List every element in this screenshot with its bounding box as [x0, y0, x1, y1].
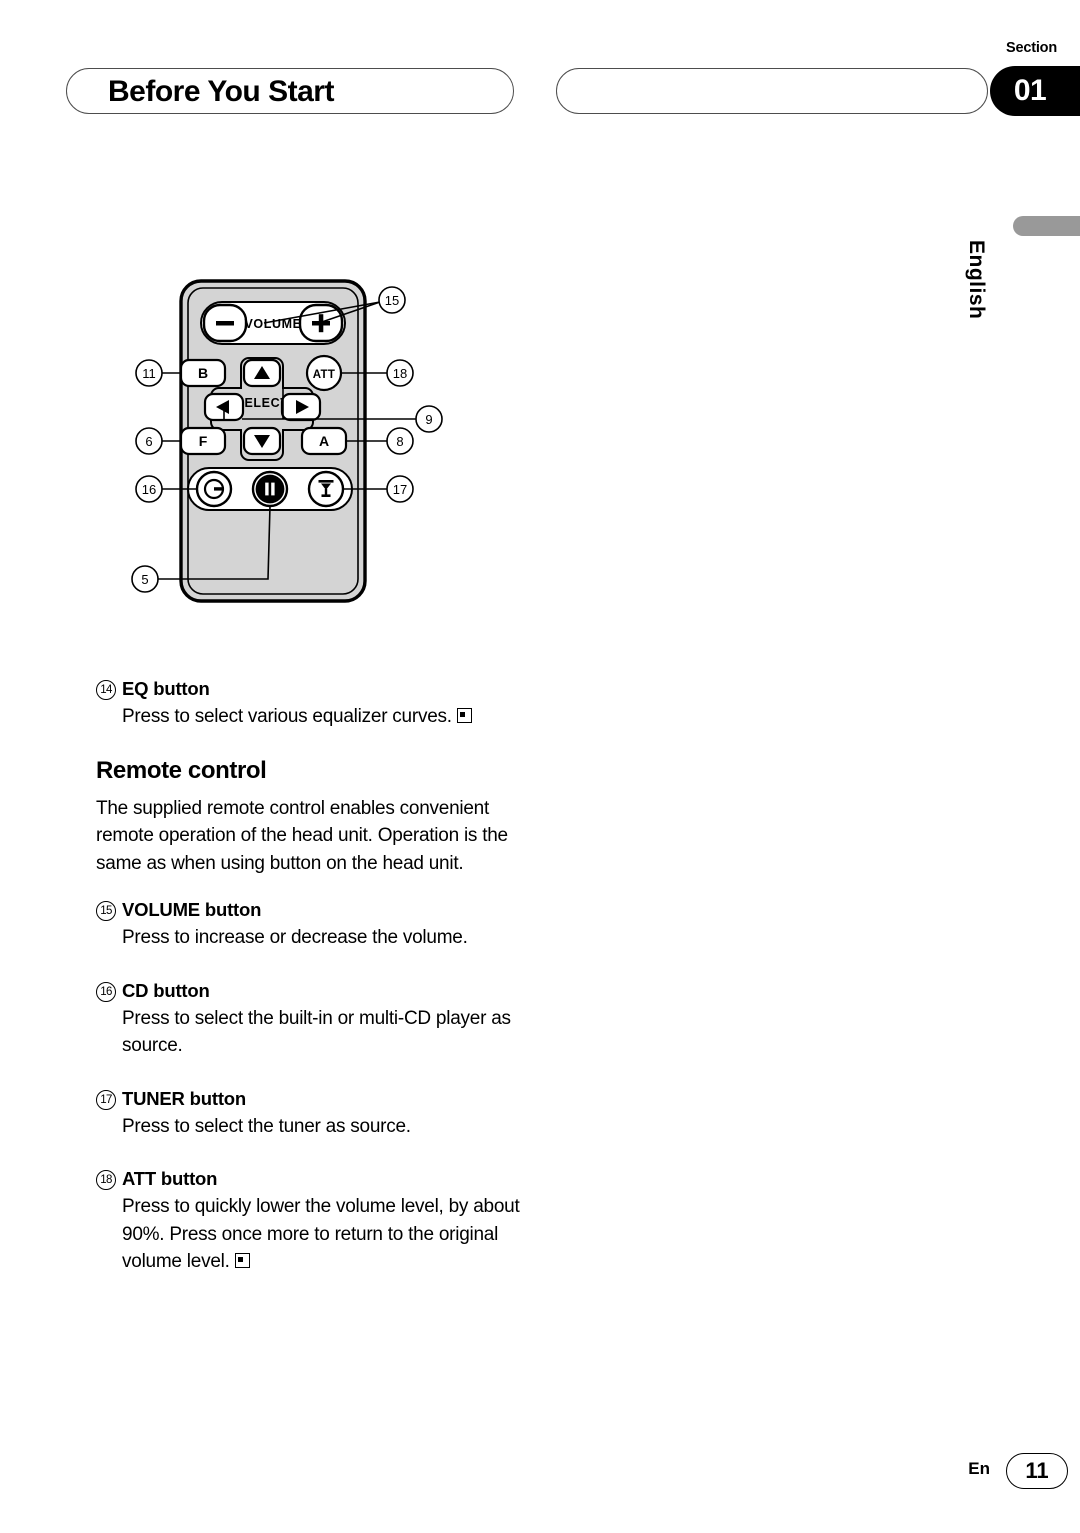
language-tab-bar [1013, 216, 1080, 236]
end-of-section-mark [456, 708, 472, 723]
svg-text:15: 15 [385, 293, 399, 308]
footer-language-code: En [968, 1459, 990, 1478]
item-heading: 15 VOLUME button [96, 897, 526, 923]
callout-18: 18 [386, 359, 414, 387]
callout-6: 6 [135, 427, 163, 455]
svg-text:18: 18 [393, 366, 407, 381]
section-number: 01 [1013, 74, 1047, 107]
b-label: B [198, 365, 208, 381]
item-title: CD button [122, 979, 210, 1001]
item-heading: 17 TUNER button [96, 1086, 526, 1112]
header-blank-pill [556, 68, 988, 114]
svg-text:11: 11 [142, 366, 156, 381]
list-item: 16 CD button Press to select the built-i… [96, 978, 526, 1060]
item-title: ATT button [122, 1168, 218, 1189]
callout-15: 15 [378, 286, 406, 314]
section-heading: Remote control [96, 756, 267, 784]
item-number: 14 [96, 680, 116, 700]
item-heading: 14 EQ button [96, 676, 526, 702]
a-label: A [319, 433, 329, 449]
callout-8: 8 [386, 427, 414, 455]
list-item: 18 ATT button Press to quickly lower the… [96, 1166, 526, 1276]
list-item: 15 VOLUME button Press to increase or de… [96, 897, 526, 952]
item-heading: 16 CD button [96, 978, 526, 1004]
svg-text:16: 16 [142, 482, 156, 497]
list-item: 17 TUNER button Press to select the tune… [96, 1086, 526, 1141]
svg-text:5: 5 [141, 572, 148, 587]
source-row [187, 467, 353, 511]
item-body: Press to select the tuner as source. [122, 1115, 411, 1137]
svg-text:17: 17 [393, 482, 407, 497]
callout-17: 17 [386, 475, 414, 503]
item-number: 16 [96, 981, 116, 1002]
item-body-text: Press to quickly lower the volume level,… [122, 1196, 520, 1272]
item-body-text: Press to select various equalizer curves… [122, 706, 452, 727]
callout-9: 9 [415, 405, 443, 433]
callout-5: 5 [131, 565, 159, 593]
item-body: Press to quickly lower the volume level,… [96, 1193, 526, 1276]
callout-16: 16 [135, 475, 163, 503]
footer-page-number: 11 [1006, 1453, 1068, 1489]
item-body: Press to select the built-in or multi-CD… [122, 1007, 511, 1057]
language-tab-label: English [965, 240, 988, 320]
item-title: VOLUME button [122, 899, 262, 920]
section-paragraph: The supplied remote control enables conv… [96, 797, 508, 874]
svg-text:6: 6 [145, 434, 152, 449]
body-column: 14 EQ button Press to select various equ… [96, 676, 526, 1282]
end-of-section-mark [234, 1253, 250, 1268]
item-number: 18 [96, 1170, 116, 1190]
callout-11: 11 [135, 359, 163, 387]
item-title: TUNER button [122, 1087, 246, 1109]
manual-page: Before You Start Section 01 English .bd{… [0, 0, 1080, 1533]
volume-label: VOLUME [244, 317, 301, 331]
volume-row: VOLUME [200, 301, 346, 345]
item-body: Press to increase or decrease the volume… [122, 927, 468, 948]
item-number: 17 [96, 1089, 116, 1110]
volume-minus-icon [216, 321, 234, 326]
list-item: 14 EQ button Press to select various equ… [96, 676, 526, 731]
page-title: Before You Start [108, 75, 334, 108]
item-heading: 18 ATT button [96, 1166, 526, 1192]
svg-text:8: 8 [396, 434, 403, 449]
item-body: Press to select various equalizer curves… [96, 703, 526, 731]
f-label: F [199, 433, 208, 449]
section-label: Section [1006, 40, 1057, 56]
att-label: ATT [313, 369, 335, 381]
item-number: 15 [96, 901, 116, 921]
item-title: EQ button [122, 678, 210, 699]
remote-control-diagram: .bd{fill:none;stroke:#000;} .gry{fill:#d… [131, 279, 443, 603]
svg-text:9: 9 [425, 412, 432, 427]
